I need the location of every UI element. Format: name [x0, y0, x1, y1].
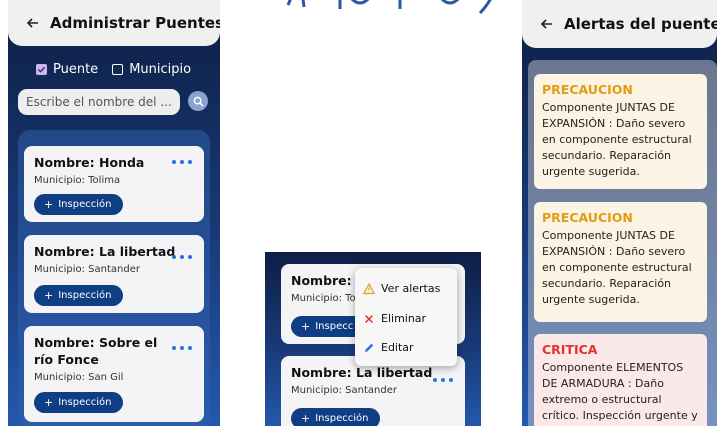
pencil-icon — [363, 342, 375, 354]
menu-item-editar[interactable]: Editar — [363, 341, 414, 354]
bridge-municipio: Municipio: Santander — [34, 264, 140, 275]
app-bar: Administrar Puentes — [8, 0, 220, 46]
bridge-card[interactable]: Nombre: Sobre el río Fonce Municipio: Sa… — [24, 326, 204, 422]
more-options-icon[interactable] — [172, 160, 192, 166]
inspeccion-button[interactable]: + Inspección — [34, 392, 124, 413]
warning-icon — [363, 282, 375, 295]
plus-icon: + — [44, 198, 54, 211]
page-title: Alertas del puente — [564, 15, 717, 33]
bridge-municipio: Municipio: Santander — [291, 385, 397, 396]
bridge-name: Nombre: La libertad — [34, 244, 176, 259]
bridge-name: Nombre: La libertad — [291, 365, 433, 380]
menu-item-label: Editar — [381, 341, 414, 354]
alert-level: CRITICA — [542, 342, 598, 357]
bridge-card[interactable]: Nombre: La libertad Municipio: Santander… — [281, 356, 465, 426]
inspeccion-label: Inspección — [315, 413, 369, 424]
alert-level: PRECAUCION — [542, 82, 633, 97]
inspeccion-button[interactable]: + Inspección — [34, 285, 124, 306]
alert-card: PRECAUCION Componente JUNTAS DE EXPANSIÓ… — [534, 202, 707, 322]
inspeccion-label: Inspección — [58, 199, 112, 210]
filter-municipio[interactable]: Municipio — [112, 62, 191, 77]
filter-puente[interactable]: Puente — [36, 62, 98, 77]
bridge-name: Nombre: Honda — [34, 155, 145, 170]
checkbox-unchecked-icon[interactable] — [112, 64, 124, 75]
plus-icon: + — [44, 396, 54, 409]
plus-icon: + — [301, 320, 311, 333]
screen-alertas-del-puente: Alertas del puente PRECAUCION Componente… — [522, 0, 717, 426]
alert-card: CRITICA Componente ELEMENTOS DE ARMADURA… — [534, 334, 707, 426]
inspeccion-label: Inspección — [58, 397, 112, 408]
bridge-name: Nombre: Sobre el río Fonce — [34, 335, 158, 367]
bridge-card[interactable]: Nombre: La libertad Municipio: Santander… — [24, 235, 204, 313]
close-icon — [363, 313, 375, 325]
more-options-icon[interactable] — [172, 346, 192, 352]
screen-context-menu: Nombre: H Municipio: To + Inspecc Nombre… — [265, 252, 481, 426]
menu-item-ver-alertas[interactable]: Ver alertas — [363, 282, 440, 295]
menu-item-label: Ver alertas — [381, 282, 441, 295]
alert-text: Componente ELEMENTOS DE ARMADURA : Daño … — [542, 361, 698, 426]
filter-puente-label: Puente — [53, 62, 99, 77]
search-input[interactable] — [26, 95, 176, 109]
inspeccion-label: Inspecc — [315, 321, 354, 332]
alert-level: PRECAUCION — [542, 210, 633, 225]
filter-municipio-label: Municipio — [129, 62, 192, 77]
alert-text: Componente JUNTAS DE EXPANSIÓN : Daño se… — [542, 101, 692, 178]
back-arrow-icon[interactable] — [540, 17, 554, 31]
more-options-icon[interactable] — [433, 378, 453, 384]
menu-item-eliminar[interactable]: Eliminar — [363, 312, 426, 325]
search-button[interactable] — [188, 91, 208, 111]
plus-icon: + — [301, 412, 311, 425]
filter-options: Puente Municipio — [36, 62, 191, 77]
inspeccion-button[interactable]: + Inspección — [34, 194, 124, 215]
menu-item-label: Eliminar — [381, 312, 427, 325]
options-menu: Ver alertas Eliminar Editar — [355, 268, 457, 366]
bridge-municipio: Municipio: Tolima — [34, 175, 121, 186]
back-arrow-icon[interactable] — [26, 16, 40, 30]
bridge-card[interactable]: Nombre: Honda Municipio: Tolima + Inspec… — [24, 146, 204, 222]
page-title: Administrar Puentes — [50, 14, 220, 32]
alert-card: PRECAUCION Componente JUNTAS DE EXPANSIÓ… — [534, 74, 707, 189]
search-field[interactable] — [18, 89, 180, 115]
bridge-municipio: Municipio: San Gil — [34, 372, 124, 383]
inspeccion-label: Inspección — [58, 290, 112, 301]
alert-text: Componente JUNTAS DE EXPANSIÓN : Daño se… — [542, 229, 692, 306]
inspeccion-button[interactable]: + Inspección — [291, 408, 381, 426]
background-title-fragment — [280, 0, 520, 26]
screen-administrar-puentes: Administrar Puentes Puente Municipio Nom… — [8, 0, 220, 426]
app-bar: Alertas del puente — [522, 0, 717, 48]
search-icon — [193, 96, 204, 107]
more-options-icon[interactable] — [172, 255, 192, 261]
checkbox-checked-icon[interactable] — [36, 64, 47, 75]
cropped-heading-glyphs — [286, 0, 492, 15]
plus-icon: + — [44, 289, 54, 302]
